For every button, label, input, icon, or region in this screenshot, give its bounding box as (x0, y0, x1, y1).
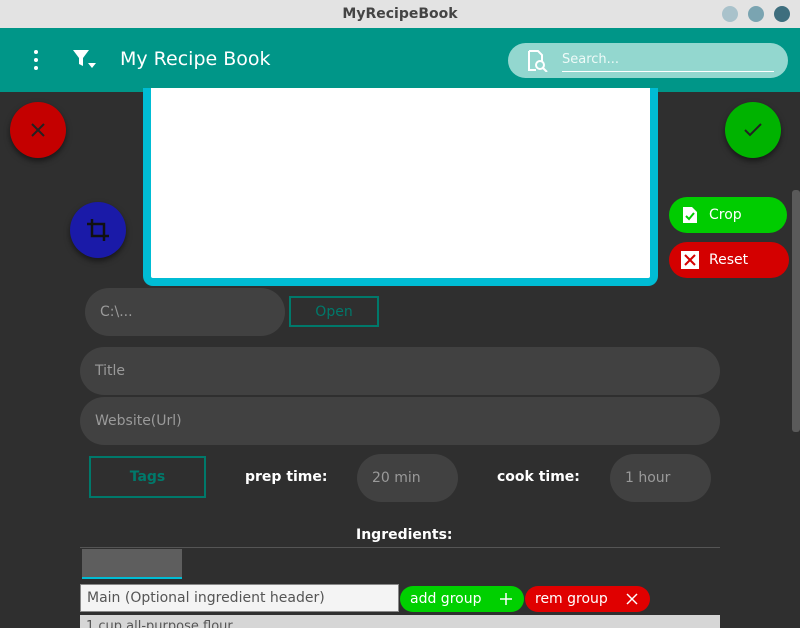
more-menu-icon[interactable] (26, 48, 46, 72)
save-button[interactable] (725, 102, 781, 158)
title-field[interactable]: Title (80, 347, 720, 395)
window-title: MyRecipeBook (342, 6, 458, 22)
ingredient-row[interactable]: 1 cup all-purpose flour (80, 615, 720, 628)
reset-label: Reset (709, 252, 749, 268)
add-group-button[interactable]: add group (400, 586, 524, 612)
close-window-button[interactable] (774, 6, 790, 22)
cook-time-label: cook time: (497, 469, 580, 485)
search-icon (526, 50, 548, 73)
ingredients-heading: Ingredients: (356, 527, 453, 543)
scrollbar[interactable] (792, 190, 800, 432)
check-icon (744, 123, 762, 137)
crop-tool-button[interactable] (70, 202, 126, 258)
window-titlebar: MyRecipeBook (0, 0, 800, 28)
maximize-button[interactable] (748, 6, 764, 22)
crop-button[interactable]: Crop (669, 197, 787, 233)
add-group-label: add group (410, 591, 482, 607)
plus-icon (498, 591, 514, 607)
file-check-icon (681, 206, 699, 224)
file-path-field[interactable]: C:\... (85, 288, 285, 336)
prep-time-label: prep time: (245, 469, 328, 485)
close-box-icon (681, 251, 699, 269)
minimize-button[interactable] (722, 6, 738, 22)
cook-time-field[interactable]: 1 hour (610, 454, 711, 502)
filter-icon[interactable] (72, 48, 98, 72)
ingredient-group-tab[interactable] (82, 549, 182, 579)
recipe-image-preview[interactable] (143, 88, 658, 286)
search-input[interactable] (562, 48, 774, 72)
crop-icon (87, 219, 109, 241)
close-icon (31, 123, 45, 137)
prep-time-field[interactable]: 20 min (357, 454, 458, 502)
app-title: My Recipe Book (120, 48, 271, 70)
open-file-button[interactable]: Open (289, 296, 379, 327)
search-bar[interactable] (508, 43, 788, 78)
crop-label: Crop (709, 207, 742, 223)
cancel-button[interactable] (10, 102, 66, 158)
ingredient-header-input[interactable]: Main (Optional ingredient header) (80, 584, 399, 612)
remove-group-label: rem group (535, 591, 608, 607)
app-bar: My Recipe Book (0, 28, 800, 92)
ingredient-tab-divider (80, 547, 720, 548)
website-field[interactable]: Website(Url) (80, 397, 720, 445)
tags-button[interactable]: Tags (89, 456, 206, 498)
close-icon (624, 591, 640, 607)
reset-button[interactable]: Reset (669, 242, 789, 278)
remove-group-button[interactable]: rem group (525, 586, 650, 612)
